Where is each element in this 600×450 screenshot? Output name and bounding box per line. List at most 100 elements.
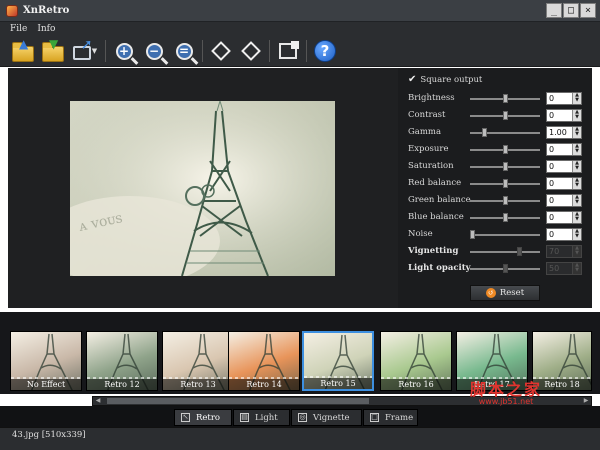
- slider-handle[interactable]: [503, 162, 508, 171]
- slider-handle[interactable]: [503, 196, 508, 205]
- open-button[interactable]: ▲: [10, 37, 36, 64]
- thumbnail-retro-15[interactable]: Retro 15: [302, 331, 374, 391]
- brightness-slider[interactable]: [470, 94, 540, 103]
- brightness-input[interactable]: 0 ▲ ▼: [546, 92, 582, 105]
- green-balance-input[interactable]: 0 ▲ ▼: [546, 194, 582, 207]
- exposure-slider[interactable]: [470, 145, 540, 154]
- thumbnail-retro-14[interactable]: Retro 14: [228, 331, 300, 391]
- tab-vignette[interactable]: ◎ Vignette: [291, 409, 362, 426]
- thumbnail-label: No Effect: [11, 377, 81, 390]
- blue-balance-slider[interactable]: [470, 213, 540, 222]
- slider-handle[interactable]: [503, 145, 508, 154]
- gamma-input[interactable]: 1.00 ▲ ▼: [546, 126, 582, 139]
- thumbnail-label: Retro 16: [381, 377, 451, 390]
- contrast-input[interactable]: 0 ▲ ▼: [546, 109, 582, 122]
- zoom-fit-button[interactable]: =: [171, 38, 197, 64]
- spin-arrows-icon[interactable]: ▲ ▼: [572, 178, 581, 189]
- save-button[interactable]: ▼: [40, 37, 66, 64]
- slider-handle[interactable]: [517, 247, 522, 256]
- window-bottom-edge: [0, 442, 600, 450]
- light-tab-icon: ▤: [240, 413, 249, 422]
- menu-file[interactable]: File: [10, 24, 27, 34]
- thumbnail-label: Retro 13: [163, 377, 233, 390]
- saturation-slider[interactable]: [470, 162, 540, 171]
- blue-balance-label: Blue balance: [408, 212, 464, 222]
- red-balance-input[interactable]: 0 ▲ ▼: [546, 177, 582, 190]
- scrollbar-thumb[interactable]: [107, 398, 369, 404]
- spin-arrows-icon[interactable]: ▲ ▼: [572, 161, 581, 172]
- rotate-right-button[interactable]: [238, 38, 264, 64]
- spin-arrows-icon[interactable]: ▲ ▼: [572, 144, 581, 155]
- blue-balance-input[interactable]: 0 ▲ ▼: [546, 211, 582, 224]
- vignetting-slider[interactable]: [470, 247, 540, 256]
- tab-light[interactable]: ▤ Light: [233, 409, 290, 426]
- green-balance-label: Green balance: [408, 195, 471, 205]
- status-text: 43.jpg [510x339]: [12, 430, 86, 440]
- export-button[interactable]: ➚ ▼: [70, 37, 100, 64]
- saturation-input[interactable]: 0 ▲ ▼: [546, 160, 582, 173]
- eiffel-photo: ᴀ ᴠᴏᴜs: [70, 101, 335, 276]
- scroll-right-icon[interactable]: ▶: [581, 397, 591, 405]
- effect-tabs: ↖ Retro ▤ Light ◎ Vignette □ Frame: [0, 406, 600, 427]
- image-preview[interactable]: ᴀ ᴠᴏᴜs: [70, 101, 335, 276]
- slider-handle[interactable]: [503, 111, 508, 120]
- minimize-button[interactable]: _: [546, 3, 562, 18]
- reset-label: Reset: [499, 288, 525, 298]
- slider-handle[interactable]: [503, 179, 508, 188]
- spin-arrows-icon[interactable]: ▲ ▼: [572, 93, 581, 104]
- slider-handle[interactable]: [503, 94, 508, 103]
- scroll-left-icon[interactable]: ◀: [93, 397, 103, 405]
- slider-handle[interactable]: [482, 128, 487, 137]
- noise-slider[interactable]: [470, 230, 540, 239]
- settings-panel: ✔ Square output Brightness 0 ▲ ▼ Contrast …: [398, 68, 592, 308]
- app-icon: [6, 4, 18, 17]
- fit-window-button[interactable]: [275, 38, 301, 64]
- tab-frame[interactable]: □ Frame: [363, 409, 418, 426]
- rotate-left-button[interactable]: [208, 38, 234, 64]
- title-bar: XnRetro _ □ ×: [0, 0, 600, 22]
- thumbnail-retro-13[interactable]: Retro 13: [162, 331, 234, 391]
- spin-arrows-icon[interactable]: ▲ ▼: [572, 127, 581, 138]
- menu-bar: File Info: [0, 22, 600, 36]
- light-opacity-input: 50 ▲ ▼: [546, 262, 582, 275]
- tab-retro[interactable]: ↖ Retro: [174, 409, 232, 426]
- slider-handle[interactable]: [470, 230, 476, 239]
- spin-arrows-icon[interactable]: ▲ ▼: [572, 229, 581, 240]
- light-opacity-slider[interactable]: [470, 264, 540, 273]
- brightness-label: Brightness: [408, 93, 455, 103]
- thumbnail-label: Retro 14: [229, 377, 299, 390]
- spin-arrows-icon[interactable]: ▲ ▼: [572, 110, 581, 121]
- help-button[interactable]: ?: [312, 38, 338, 64]
- spin-arrows-icon: ▲ ▼: [572, 263, 581, 274]
- thumbnail-retro-16[interactable]: Retro 16: [380, 331, 452, 391]
- slider-handle[interactable]: [503, 264, 508, 273]
- contrast-slider[interactable]: [470, 111, 540, 120]
- rotate-right-icon: [241, 41, 261, 61]
- menu-info[interactable]: Info: [37, 24, 55, 34]
- vignetting-input: 70 ▲ ▼: [546, 245, 582, 258]
- thumbnail-no-effect[interactable]: No Effect: [10, 331, 82, 391]
- vignette-tab-icon: ◎: [298, 413, 307, 422]
- square-output-checkbox[interactable]: ✔ Square output: [408, 74, 482, 85]
- thumbnail-retro-12[interactable]: Retro 12: [86, 331, 158, 391]
- checkmark-icon: ✔: [408, 74, 417, 85]
- noise-input[interactable]: 0 ▲ ▼: [546, 228, 582, 241]
- reset-button[interactable]: ↺ Reset: [470, 285, 540, 301]
- slider-handle[interactable]: [503, 213, 508, 222]
- spin-arrows-icon[interactable]: ▲ ▼: [572, 212, 581, 223]
- window-controls: _ □ ×: [546, 3, 596, 18]
- blue-balance-row: Blue balance 0 ▲ ▼: [408, 211, 588, 225]
- maximize-button[interactable]: □: [563, 3, 579, 18]
- green-balance-row: Green balance 0 ▲ ▼: [408, 194, 588, 208]
- gamma-slider[interactable]: [470, 128, 540, 137]
- red-balance-slider[interactable]: [470, 179, 540, 188]
- light-opacity-row: Light opacity 50 ▲ ▼: [408, 262, 588, 276]
- zoom-in-button[interactable]: +: [111, 38, 137, 64]
- spin-arrows-icon[interactable]: ▲ ▼: [572, 195, 581, 206]
- exposure-input[interactable]: 0 ▲ ▼: [546, 143, 582, 156]
- green-balance-slider[interactable]: [470, 196, 540, 205]
- zoom-out-button[interactable]: −: [141, 38, 167, 64]
- toolbar: ▲ ▼ ➚ ▼ + − = ?: [0, 36, 600, 67]
- close-button[interactable]: ×: [580, 3, 596, 18]
- saturation-row: Saturation 0 ▲ ▼: [408, 160, 588, 174]
